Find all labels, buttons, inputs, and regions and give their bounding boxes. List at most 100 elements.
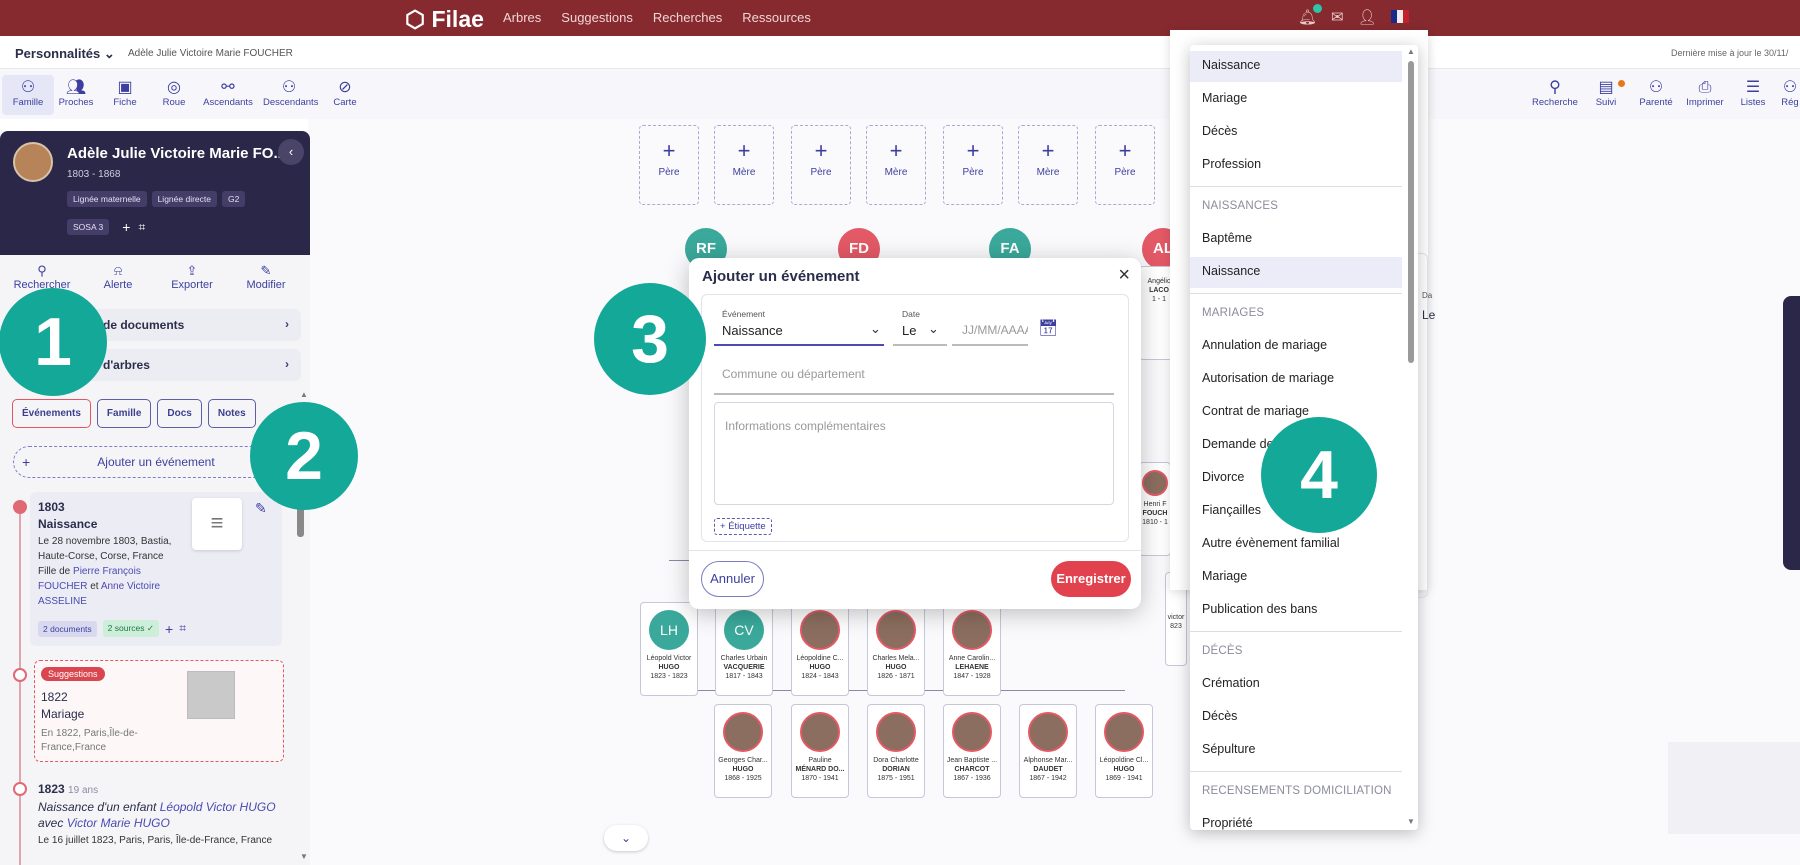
user-icon[interactable]: 👤︎ [1358,8,1377,26]
dropdown-option[interactable]: Autorisation de mariage [1190,364,1402,395]
scroll-down-button[interactable]: ⌄ [604,825,648,851]
action-exporter[interactable]: ⇪ Exporter [160,263,224,291]
dropdown-option[interactable]: Autre évènement familial [1190,529,1402,560]
document-thumbnail[interactable]: ≡ [192,498,242,550]
plus-icon: + [662,138,676,163]
dropdown-option[interactable]: Sépulture [1190,735,1402,766]
scrollbar-thumb[interactable] [1408,61,1414,363]
nav-recherches[interactable]: Recherches [653,10,722,25]
date-mode-select[interactable]: Le [902,323,916,338]
tool-recherche[interactable]: ⚲ Recherche [1529,79,1581,108]
tab-docs[interactable]: Docs [157,399,202,428]
add-parent-node[interactable]: + Mère [866,125,926,205]
person-card[interactable]: Charles Mela... HUGO 1826 - 1871 [867,602,925,696]
action-alerte[interactable]: ⍾ Alerte [86,263,150,291]
plus-icon[interactable]: + [165,621,173,637]
date-input[interactable]: JJ/MM/AAAA [962,323,1028,337]
person-card[interactable]: Léopoldine Cl... HUGO 1869 - 1941 [1095,704,1153,798]
tool-parente[interactable]: ⚇ Parenté [1630,79,1682,108]
tool-reglages[interactable]: ⚇ Rég [1764,79,1800,108]
sources-badge[interactable]: 2 sources ✓ [102,620,160,637]
add-parent-node[interactable]: + Père [791,125,851,205]
dropdown-option[interactable]: Profession [1190,150,1402,181]
suggestion-card[interactable]: Suggestions 1822 Mariage En 1822, Paris,… [34,660,284,762]
person-card[interactable]: Pauline MÉNARD DO... 1870 - 1941 [791,704,849,798]
event-age: 19 ans [68,785,99,796]
person-card[interactable]: Dora Charlotte DORIAN 1875 - 1951 [867,704,925,798]
child-link[interactable]: Léopold Victor HUGO [160,800,276,814]
add-parent-node[interactable]: + Mère [1018,125,1078,205]
portrait [952,610,992,650]
section-selector[interactable]: Personnalités ⌄ [15,46,115,62]
person-card[interactable]: Jean Baptiste ... CHARCOT 1867 - 1936 [943,704,1001,798]
person-card[interactable]: Georges Char... HUGO 1868 - 1925 [714,704,772,798]
tab-notes[interactable]: Notes [207,399,256,428]
tool-carte[interactable]: ⊘ Carte [319,79,371,108]
dropdown-option[interactable]: Propriété [1190,809,1402,830]
save-button[interactable]: Enregistrer [1051,561,1131,597]
chip-sosa: SOSA 3 [67,219,110,235]
add-tag-button[interactable]: + Étiquette [714,518,772,535]
event-card-naissance[interactable]: 1803 Naissance Le 28 novembre 1803, Bast… [30,492,282,646]
dropdown-option[interactable]: Décès [1190,702,1402,733]
tool-descendants[interactable]: ⚇ Descendants [263,79,318,108]
documents-badge[interactable]: 2 documents [38,620,97,637]
close-icon[interactable]: × [1118,264,1130,287]
tree-minimap[interactable] [1668,742,1800,834]
tool-roue[interactable]: ◎ Roue [148,79,200,108]
calendar-icon[interactable]: 📅︎ [1038,318,1058,338]
person-card[interactable]: LH Léopold Victor HUGO 1823 - 1823 [640,602,698,696]
cancel-button[interactable]: Annuler [701,561,764,597]
plus-icon[interactable]: + [122,219,130,235]
dropdown-scrollbar[interactable]: ▲ ▼ [1404,45,1418,830]
tool-famille[interactable]: ⚇ Famille [2,75,54,115]
additional-info-textarea[interactable]: Informations complémentaires [714,402,1114,505]
dropdown-option[interactable]: Mariage [1190,562,1402,593]
tab-famille[interactable]: Famille [96,399,152,428]
collapse-sidebar-button[interactable]: ‹ [278,139,304,165]
add-parent-node[interactable]: + Mère [714,125,774,205]
nav-ressources[interactable]: Ressources [742,10,811,25]
person-card[interactable]: Léopoldine C... HUGO 1824 - 1843 [791,602,849,696]
tag-icon[interactable]: ⌗ [179,621,186,636]
place-input[interactable]: Commune ou département [722,367,865,381]
dropdown-option[interactable]: Mariage [1190,84,1402,115]
suggestion-document-thumbnail[interactable] [187,671,235,719]
action-rechercher[interactable]: ⚲ Rechercher [10,263,74,291]
event-type-label: Événement [722,309,765,319]
event-type-select[interactable]: Naissance [722,323,783,338]
add-parent-node[interactable]: + Père [1095,125,1155,205]
dropdown-option[interactable]: Publication des bans [1190,595,1402,626]
dropdown-option[interactable]: Naissance [1190,257,1402,288]
dropdown-option[interactable]: Baptême [1190,224,1402,255]
tool-proches[interactable]: 👥︎ Proches [50,79,102,108]
french-flag-icon[interactable] [1390,10,1409,23]
tool-ascendants[interactable]: ⚯ Ascendants [202,79,254,108]
filae-logo[interactable]: ⬡ Filae [405,6,484,33]
event-card-child-birth[interactable]: 1823 19 ans Naissance d'un enfant Léopol… [38,782,288,848]
dropdown-option[interactable]: Naissance [1190,51,1402,82]
person-card[interactable]: CV Charles Urbain VACQUERIE 1817 - 1843 [715,602,773,696]
person-card[interactable]: Henri F FOUCH 1810 - 1 [1139,462,1171,556]
mail-icon[interactable]: ✉ [1331,8,1344,26]
add-parent-node[interactable]: + Père [943,125,1003,205]
nav-arbres[interactable]: Arbres [503,10,541,25]
person-card[interactable]: Anne Carolin... LEHAENE 1847 - 1928 [943,602,1001,696]
chevron-down-icon[interactable]: ⌄ [928,321,939,337]
tag-icon[interactable]: ⌗ [138,220,145,235]
person-card[interactable]: Alphonse Mar... DAUDET 1867 - 1942 [1019,704,1077,798]
dropdown-option[interactable]: Décès [1190,117,1402,148]
spouse-link[interactable]: Victor Marie HUGO [67,816,170,830]
dropdown-option[interactable]: Annulation de mariage [1190,331,1402,362]
dropdown-option[interactable]: Crémation [1190,669,1402,700]
avatar[interactable] [13,142,53,182]
pencil-icon[interactable]: ✎ [255,500,267,517]
right-floating-toolbar[interactable] [1783,296,1800,570]
tool-imprimer[interactable]: ⎙ Imprimer [1679,79,1731,108]
add-parent-node[interactable]: + Père [639,125,699,205]
chevron-down-icon[interactable]: ⌄ [870,321,881,337]
action-modifier[interactable]: ✎ Modifier [234,263,298,291]
tool-fiche[interactable]: ▣ Fiche [99,79,151,108]
nav-suggestions[interactable]: Suggestions [561,10,633,25]
tab-evenements[interactable]: Événements [12,399,91,428]
